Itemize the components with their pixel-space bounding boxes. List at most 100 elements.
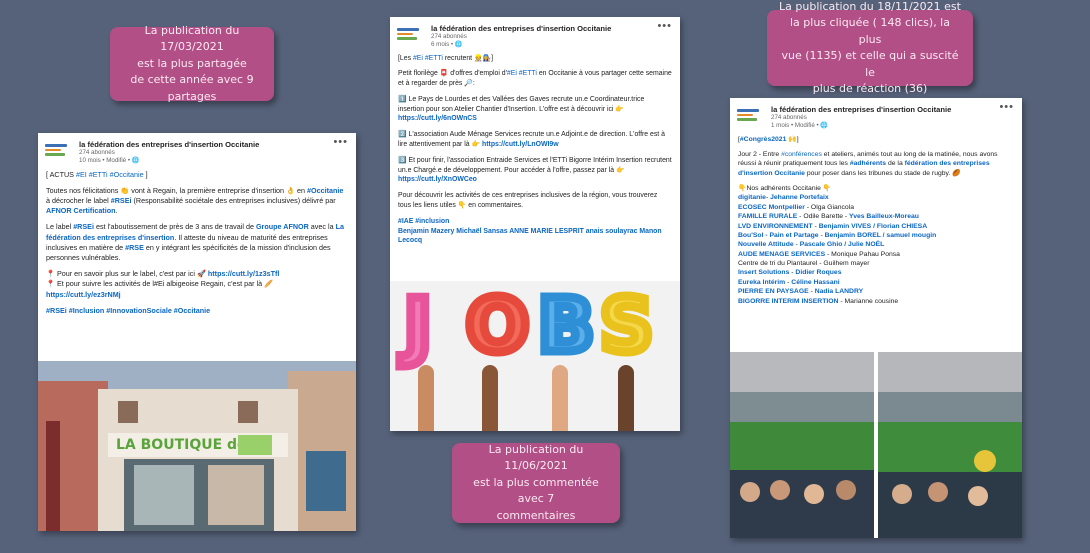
balloon-letter-o: O	[462, 281, 534, 374]
member-person[interactable]: Céline Hassani	[791, 279, 839, 286]
member-person[interactable]: Yves Bailleux-Moreau	[849, 213, 919, 220]
member-person[interactable]: Benjamin VIVES / Florian CHIESA	[819, 223, 927, 230]
text: Petit florilège 📮 d'offres d'emploi d'	[398, 70, 507, 78]
balloon-letter-s: S	[595, 281, 657, 374]
text: [Les	[398, 54, 413, 62]
hashtag[interactable]: #Ei #ETTi	[413, 55, 443, 62]
member-person: Marianne cousine	[844, 297, 899, 305]
stadium-photo-right	[878, 352, 1022, 538]
url-link[interactable]: https://cutt.ly/XnOWCeo	[398, 176, 477, 183]
member-person: Odile Barette -	[803, 213, 850, 221]
member-org[interactable]: PIERRE EN PAYSAGE	[738, 288, 809, 295]
member-item: AUDE MENAGE SERVICES - Monique Pahau Pon…	[738, 250, 1014, 259]
text: 🙌]	[786, 135, 799, 143]
member-person[interactable]: Pascale Ghio / Julie NOËL	[800, 241, 885, 248]
member-person: Monique Pahau Ponsa	[831, 250, 900, 258]
member-item: Insert Solutions - Didier Roques	[738, 268, 1014, 277]
post-header: la fédération des entreprises d'insertio…	[730, 98, 1022, 133]
member-org[interactable]: Eureka Intérim	[738, 279, 785, 286]
member-person: Olga Giancola	[810, 203, 854, 211]
hand-arm	[618, 365, 634, 431]
hashtag[interactable]: #adhérents	[850, 160, 886, 167]
post-time: 6 mois • 🌐	[431, 40, 463, 48]
text: 📍 Pour en savoir plus sur le label, c'es…	[46, 269, 208, 279]
post-time: 1 mois • Modifié • 🌐	[771, 121, 829, 129]
more-options-icon[interactable]: •••	[333, 136, 348, 148]
member-item: BIGORRE INTERIM INSERTION - Marianne cou…	[738, 297, 1014, 306]
url-link[interactable]: https://cutt.ly/ez3rNMj	[46, 290, 121, 299]
hashtag[interactable]: #RSEi	[111, 196, 132, 205]
member-org[interactable]: BIGORRE INTERIM INSERTION	[738, 298, 838, 305]
people-mentions[interactable]: Benjamin Mazery Michaël Sansas ANNE MARI…	[398, 228, 662, 245]
org-name[interactable]: la fédération des entreprises d'insertio…	[771, 105, 951, 114]
callout-most-shared: La publication du 17/03/2021 est la plus…	[110, 24, 274, 103]
hashtag[interactable]: #Ei #ETTi	[507, 70, 537, 77]
hand-arm	[552, 365, 568, 431]
text: pour poser dans les tribunes du stade de…	[804, 169, 961, 177]
member-person[interactable]: Nadia LANDRY	[815, 288, 863, 295]
member-item: ECOSEC Montpellier - Olga Giancola	[738, 203, 1014, 212]
member-org[interactable]: Nouvelle Attitude	[738, 241, 794, 248]
member-person[interactable]: Jehanne Portefaix	[770, 194, 829, 201]
text: recrutent 👷👩‍🔧]	[442, 54, 494, 62]
post-body: [#Congrès2021 🙌] Jour 2 - Entre #confére…	[730, 133, 1022, 308]
balloon-letter-j: J	[400, 281, 436, 374]
post-time: 10 mois • Modifié • 🌐	[79, 156, 140, 164]
member-list: digitanie- Jehanne Portefaix ECOSEC Mont…	[738, 193, 1014, 306]
hashtags[interactable]: #RSEi #Inclusion #InnovationSociale #Occ…	[46, 306, 210, 315]
hashtags[interactable]: #IAE #inclusion	[398, 218, 449, 225]
post-card-congres2021[interactable]: la fédération des entreprises d'insertio…	[730, 98, 1022, 538]
url-link[interactable]: https://cutt.ly/1z3sTfl	[208, 269, 279, 278]
member-org[interactable]: AUDE MENAGE SERVICES	[738, 251, 825, 258]
org-name[interactable]: la fédération des entreprises d'insertio…	[431, 24, 611, 33]
hashtag[interactable]: #EI #ETTi #Occitanie	[76, 170, 144, 179]
hashtag[interactable]: #Congrès2021	[740, 136, 786, 143]
text: 1️⃣ Le Pays de Lourdes et des Vallées de…	[398, 95, 645, 113]
post-card-rsei[interactable]: la fédération des entreprises d'insertio…	[38, 133, 356, 531]
hashtag[interactable]: #RSEi	[73, 222, 94, 231]
org-logo	[45, 143, 69, 157]
member-item: Nouvelle Attitude - Pascale Ghio / Julie…	[738, 240, 1014, 249]
more-options-icon[interactable]: •••	[999, 101, 1014, 113]
member-org[interactable]: LVD ENVIRONNEMENT	[738, 223, 813, 230]
mention-link[interactable]: Groupe AFNOR	[256, 222, 309, 231]
post-body: [ ACTUS #EI #ETTi #Occitanie ] Toutes no…	[38, 168, 356, 325]
member-person[interactable]: Benjamin BOREL / samuel mougin	[825, 232, 937, 239]
member-org[interactable]: digitanie	[738, 194, 766, 201]
hashtag[interactable]: #conférences	[781, 151, 822, 158]
text: avec la	[308, 222, 336, 232]
storefront-photo[interactable]: LA BOUTIQUE de	[38, 361, 356, 531]
member-person: Centre de tri du Plantaurel - Guilhem ma…	[738, 260, 870, 267]
text: est l'aboutissement de près de 3 ans de …	[93, 222, 256, 232]
stadium-group-photo[interactable]	[730, 352, 1022, 538]
post-header: la fédération des entreprises d'insertio…	[38, 133, 356, 168]
url-link[interactable]: https://cutt.ly/LnOWI9w	[482, 141, 559, 148]
text: 3️⃣ Et pour finir, l'association Entraid…	[398, 156, 672, 174]
post-card-recrutent[interactable]: la fédération des entreprises d'insertio…	[390, 17, 680, 431]
org-logo	[737, 108, 761, 122]
member-org[interactable]: Insert Solutions	[738, 269, 789, 276]
followers-count: 274 abonnés	[431, 33, 467, 40]
jobs-balloons-photo[interactable]: J O B S	[390, 281, 680, 431]
member-org[interactable]: ECOSEC Montpellier	[738, 204, 805, 211]
hand-arm	[418, 365, 434, 431]
mention-link[interactable]: AFNOR Certification	[46, 206, 115, 215]
member-item: FAMILLE RURALE - Odile Barette - Yves Ba…	[738, 212, 1014, 221]
text: [ ACTUS	[46, 169, 76, 179]
url-link[interactable]: https://cutt.ly/6nOWnCS	[398, 115, 477, 122]
member-item: Bou'Sol - Pain et Partage - Benjamin BOR…	[738, 231, 1014, 240]
member-org[interactable]: FAMILLE RURALE	[738, 213, 797, 220]
balloon-letter-b: B	[533, 281, 598, 374]
member-item: PIERRE EN PAYSAGE - Nadia LANDRY	[738, 287, 1014, 296]
stadium-photo-left	[730, 352, 874, 538]
more-options-icon[interactable]: •••	[657, 20, 672, 32]
hashtag[interactable]: #Occitanie	[307, 186, 343, 195]
callout-most-commented: La publication du 11/06/2021 est la plus…	[452, 443, 620, 523]
member-org[interactable]: Bou'Sol - Pain et Partage	[738, 232, 819, 239]
member-person[interactable]: Didier Roques	[795, 269, 841, 276]
text: à décrocher le label	[46, 195, 111, 205]
hashtag[interactable]: #RSE	[125, 243, 144, 252]
post-body: [Les #Ei #ETTi recrutent 👷👩‍🔧] Petit flo…	[390, 52, 680, 249]
text: (Responsabilité sociétale des entreprise…	[131, 195, 336, 205]
org-name[interactable]: la fédération des entreprises d'insertio…	[79, 140, 259, 149]
